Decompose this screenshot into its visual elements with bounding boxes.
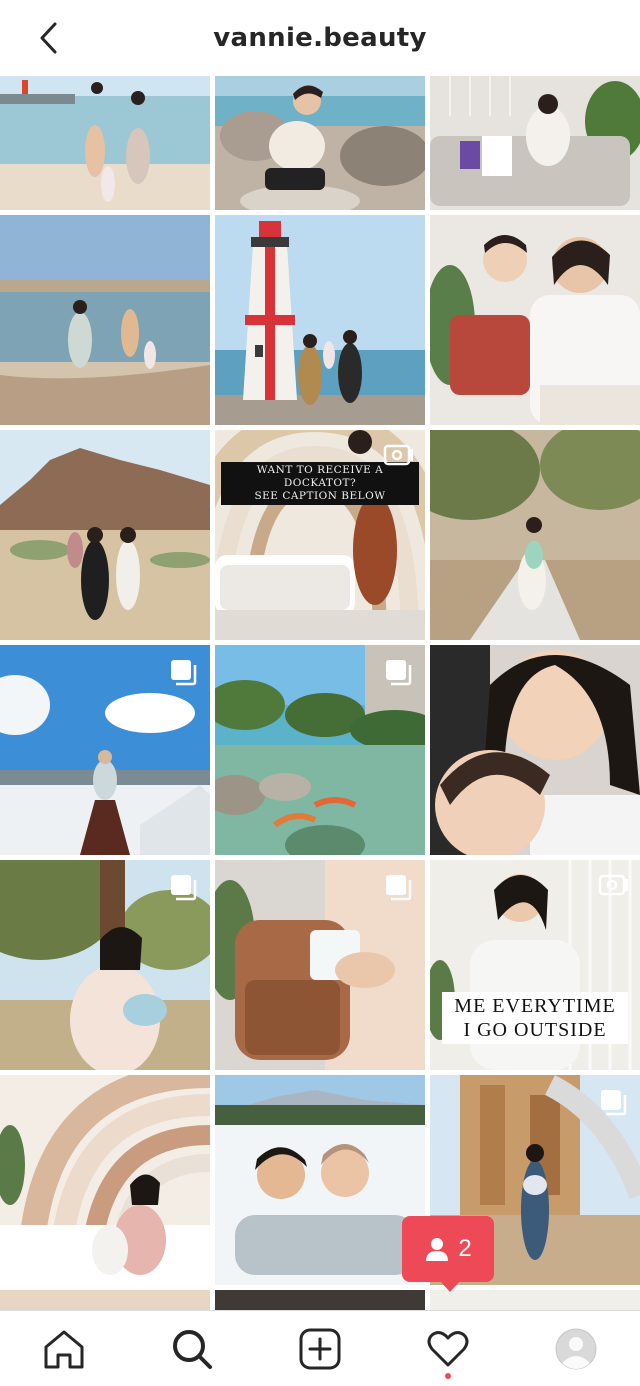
post-tile[interactable] xyxy=(0,430,210,640)
tab-new-post[interactable] xyxy=(288,1317,352,1381)
meme-line-2: I GO OUTSIDE xyxy=(463,1019,607,1041)
heart-icon xyxy=(427,1330,469,1366)
multiple-photos-icon xyxy=(171,875,197,901)
bottom-tab-bar xyxy=(0,1310,640,1386)
meme-text-overlay: ME EVERYTIME I GO OUTSIDE xyxy=(442,992,628,1044)
post-tile[interactable] xyxy=(0,215,210,425)
activity-notification-bubble[interactable]: 2 xyxy=(402,1216,494,1292)
tab-search[interactable] xyxy=(160,1317,224,1381)
post-tile[interactable]: WANT TO RECEIVE A DOCKATOT? SEE CAPTION … xyxy=(215,430,425,640)
tab-home[interactable] xyxy=(32,1317,96,1381)
search-icon xyxy=(173,1329,212,1369)
post-tile[interactable] xyxy=(215,1290,425,1310)
plus-square-icon xyxy=(299,1328,341,1369)
meme-line-1: ME EVERYTIME xyxy=(454,995,616,1017)
post-tile[interactable] xyxy=(215,645,425,855)
chevron-left-icon xyxy=(40,22,57,54)
multiple-photos-icon xyxy=(386,875,412,901)
post-tile[interactable] xyxy=(215,860,425,1070)
multiple-photos-icon xyxy=(601,1090,627,1116)
post-tile[interactable] xyxy=(0,645,210,855)
post-tile[interactable] xyxy=(430,645,640,855)
person-icon xyxy=(426,1238,449,1261)
post-tile[interactable] xyxy=(215,76,425,210)
multiple-photos-icon xyxy=(171,660,197,686)
profile-username: vannie.beauty xyxy=(213,23,427,53)
post-tile[interactable] xyxy=(0,860,210,1070)
multiple-photos-icon xyxy=(386,660,412,686)
post-tile[interactable] xyxy=(430,430,640,640)
post-tile[interactable] xyxy=(430,76,640,210)
tab-activity[interactable] xyxy=(416,1317,480,1381)
caption-line-2: SEE CAPTION BELOW xyxy=(254,490,386,502)
post-tile[interactable]: ME EVERYTIME I GO OUTSIDE xyxy=(430,860,640,1070)
profile-header: vannie.beauty xyxy=(0,0,640,76)
activity-dot xyxy=(445,1372,451,1379)
post-tile[interactable] xyxy=(0,76,210,210)
post-tile[interactable] xyxy=(0,1290,210,1310)
post-tile[interactable] xyxy=(0,1075,210,1285)
avatar-icon xyxy=(555,1328,597,1369)
notification-count: 2 xyxy=(458,1235,472,1262)
back-button[interactable] xyxy=(28,18,68,58)
post-tile[interactable] xyxy=(430,215,640,425)
tab-profile[interactable] xyxy=(544,1317,608,1381)
video-camera-icon xyxy=(598,874,628,896)
video-camera-icon xyxy=(383,444,413,466)
home-icon xyxy=(44,1330,84,1368)
post-tile[interactable] xyxy=(215,1075,425,1285)
post-tile[interactable] xyxy=(215,215,425,425)
posts-grid: WANT TO RECEIVE A DOCKATOT? SEE CAPTION … xyxy=(0,76,640,1310)
post-tile[interactable] xyxy=(430,1290,640,1310)
video-caption-overlay: WANT TO RECEIVE A DOCKATOT? SEE CAPTION … xyxy=(221,462,419,505)
